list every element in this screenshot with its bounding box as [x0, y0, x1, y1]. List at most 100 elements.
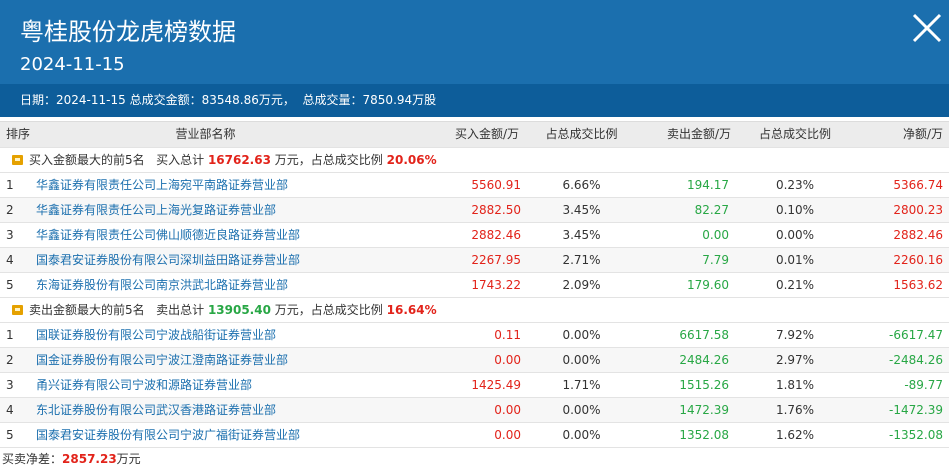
buy-total-unit: 万元，占总成交比例	[274, 153, 383, 167]
sell-ratio: 16.64%	[386, 303, 437, 317]
col-branch: 营业部名称	[175, 127, 236, 141]
sell-table-row: 1 国联证券股份有限公司宁波战船街证券营业部 0.11 0.00% 6617.58 7.9…	[0, 323, 949, 348]
sell-ratio: 0.21%	[775, 278, 815, 292]
sell-group-label: 卖出金额最大的前5名	[29, 303, 145, 317]
sell-ratio: 0.00%	[775, 228, 815, 242]
summary-amount: 83548.86万元，	[201, 93, 295, 107]
sell-amount: 0.00	[702, 228, 729, 242]
net-amount: -2484.26	[889, 353, 943, 367]
summary-bar: 日期：2024-11-15 总成交金额：83548.86万元， 总成交量：785…	[0, 84, 949, 117]
sell-amount: 82.27	[694, 203, 729, 217]
close-button[interactable]	[907, 8, 947, 48]
col-buy-ratio: 占总成交比例	[545, 127, 618, 141]
branch-name[interactable]: 华鑫证券有限责任公司佛山顺德近良路证券营业部	[34, 223, 417, 247]
sell-total-label: 卖出总计	[156, 303, 205, 317]
table-header: 排序 营业部名称 买入金额/万 占总成交比例 卖出金额/万 占总成交比例 净额/…	[0, 121, 949, 148]
sell-ratio: 0.23%	[775, 178, 815, 192]
branch-name[interactable]: 华鑫证券有限责任公司上海光复路证券营业部	[34, 198, 417, 222]
sell-total: 13905.40	[207, 303, 271, 317]
sell-amount: 1515.26	[679, 378, 729, 392]
buy-amount: 0.00	[494, 353, 521, 367]
buy-ratio: 1.71%	[562, 378, 601, 392]
sell-table-row: 2 国金证券股份有限公司宁波江澄南路证券营业部 0.00 0.00% 2484.26 2.…	[0, 348, 949, 373]
net-amount: 2260.16	[893, 253, 943, 267]
net-amount: 5366.74	[893, 178, 943, 192]
sell-ratio: 1.76%	[775, 403, 815, 417]
folder-icon	[12, 305, 23, 315]
buy-ratio: 2.09%	[562, 278, 601, 292]
buy-amount: 0.11	[494, 328, 521, 342]
buy-rows: 1 华鑫证券有限责任公司上海宛平南路证券营业部 5560.91 6.66% 194.17…	[0, 173, 949, 298]
summary-amount-label: 总成交金额：	[129, 93, 202, 107]
sell-amount: 7.79	[702, 253, 729, 267]
sell-amount: 6617.58	[679, 328, 729, 342]
buy-ratio: 0.00%	[562, 353, 601, 367]
net-amount: 2882.46	[893, 228, 943, 242]
summary-volume: 7850.94万股	[362, 93, 437, 107]
rank: 5	[6, 428, 14, 442]
buy-ratio: 6.66%	[562, 178, 601, 192]
sell-ratio: 1.62%	[775, 428, 815, 442]
branch-name[interactable]: 东海证券股份有限公司南京洪武北路证券营业部	[34, 273, 417, 297]
buy-ratio: 3.45%	[562, 203, 601, 217]
buy-ratio: 0.00%	[562, 403, 601, 417]
buy-amount: 1743.22	[471, 278, 521, 292]
rank: 5	[6, 278, 14, 292]
sell-amount: 194.17	[687, 178, 729, 192]
branch-name[interactable]: 东北证券股份有限公司武汉香港路证券营业部	[34, 398, 417, 422]
buy-amount: 2882.50	[471, 203, 521, 217]
branch-name[interactable]: 国泰君安证券股份有限公司深圳益田路证券营业部	[34, 248, 417, 272]
summary-date: 2024-11-15	[56, 93, 126, 107]
summary-volume-label: 总成交量：	[302, 93, 363, 107]
buy-ratio: 3.45%	[562, 228, 601, 242]
net-amount: -1472.39	[889, 403, 943, 417]
net-amount: 2800.23	[893, 203, 943, 217]
net-amount: -1352.08	[889, 428, 943, 442]
buy-amount: 1425.49	[471, 378, 521, 392]
net-diff-label: 买卖净差：	[2, 452, 63, 466]
buy-total-label: 买入总计	[156, 153, 205, 167]
rank: 2	[6, 353, 14, 367]
branch-name[interactable]: 国金证券股份有限公司宁波江澄南路证券营业部	[34, 348, 417, 372]
net-amount: -6617.47	[889, 328, 943, 342]
branch-name[interactable]: 华鑫证券有限责任公司上海宛平南路证券营业部	[34, 173, 417, 197]
sell-total-unit: 万元，占总成交比例	[274, 303, 383, 317]
buy-table-row: 2 华鑫证券有限责任公司上海光复路证券营业部 2882.50 3.45% 82.27 0.…	[0, 198, 949, 223]
sell-amount: 1472.39	[679, 403, 729, 417]
buy-total: 16762.63	[207, 153, 271, 167]
buy-amount: 0.00	[494, 428, 521, 442]
buy-group-header: 买入金额最大的前5名 买入总计 16762.63 万元，占总成交比例 20.06…	[0, 148, 949, 173]
branch-name[interactable]: 国联证券股份有限公司宁波战船街证券营业部	[34, 323, 417, 347]
sell-amount: 2484.26	[679, 353, 729, 367]
rank: 2	[6, 203, 14, 217]
sell-ratio: 7.92%	[775, 328, 815, 342]
sell-table-row: 5 国泰君安证券股份有限公司宁波广福街证券营业部 0.00 0.00% 1352.08 1…	[0, 423, 949, 448]
rank: 4	[6, 253, 14, 267]
summary-date-label: 日期：	[20, 93, 57, 107]
sell-ratio: 0.10%	[775, 203, 815, 217]
buy-amount: 2882.46	[471, 228, 521, 242]
header: 粤桂股份龙虎榜数据 2024-11-15 日期：2024-11-15 总成交金额…	[0, 0, 949, 117]
col-sell-ratio: 占总成交比例	[758, 127, 831, 141]
buy-ratio: 0.00%	[562, 428, 601, 442]
page-title: 粤桂股份龙虎榜数据	[20, 18, 236, 46]
sell-amount: 179.60	[687, 278, 729, 292]
sell-table-row: 4 东北证券股份有限公司武汉香港路证券营业部 0.00 0.00% 1472.39 1.7…	[0, 398, 949, 423]
close-icon	[912, 13, 942, 43]
page-date: 2024-11-15	[20, 54, 125, 75]
col-rank: 排序	[6, 127, 31, 141]
rank: 3	[6, 228, 14, 242]
sell-amount: 1352.08	[679, 428, 729, 442]
sell-table-row: 3 甬兴证券有限公司宁波和源路证券营业部 1425.49 1.71% 1515.26 1.…	[0, 373, 949, 398]
buy-amount: 5560.91	[471, 178, 521, 192]
sell-ratio: 1.81%	[775, 378, 815, 392]
buy-ratio: 0.00%	[562, 328, 601, 342]
sell-rows: 1 国联证券股份有限公司宁波战船街证券营业部 0.11 0.00% 6617.58 7.9…	[0, 323, 949, 448]
branch-name[interactable]: 甬兴证券有限公司宁波和源路证券营业部	[34, 373, 417, 397]
col-net: 净额/万	[902, 127, 943, 141]
net-amount: 1563.62	[893, 278, 943, 292]
net-diff-unit: 万元	[116, 452, 141, 466]
branch-name[interactable]: 国泰君安证券股份有限公司宁波广福街证券营业部	[34, 423, 417, 447]
buy-ratio: 20.06%	[386, 153, 437, 167]
buy-ratio: 2.71%	[562, 253, 601, 267]
